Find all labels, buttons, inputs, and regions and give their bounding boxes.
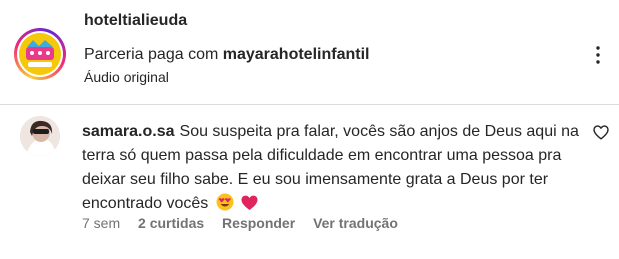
partner-prefix: Parceria paga com bbox=[84, 46, 219, 63]
reel-comment-panel: hoteltialieuda Parceria paga com mayarah… bbox=[0, 0, 619, 259]
comment-username[interactable]: samara.o.sa bbox=[82, 123, 175, 140]
more-options-button[interactable] bbox=[586, 43, 610, 67]
heart-outline-icon bbox=[593, 125, 609, 140]
like-comment-button[interactable] bbox=[593, 125, 609, 141]
more-vertical-icon bbox=[596, 46, 600, 64]
post-username[interactable]: hoteltialieuda bbox=[84, 10, 369, 32]
heart-eyes-icon bbox=[216, 193, 234, 211]
comment-text-block: samara.o.sa Sou suspeita pra falar, vocês… bbox=[82, 120, 582, 219]
user-photo-icon bbox=[20, 116, 60, 156]
reply-button[interactable]: Responder bbox=[222, 215, 295, 231]
paid-partnership-line: Parceria paga com mayarahotelinfantil bbox=[84, 45, 369, 65]
header-divider bbox=[0, 104, 619, 105]
hotel-logo bbox=[19, 33, 61, 75]
see-translation-button[interactable]: Ver tradução bbox=[313, 215, 398, 231]
partner-link[interactable]: mayarahotelinfantil bbox=[223, 46, 370, 63]
post-header: hoteltialieuda Parceria paga com mayarah… bbox=[14, 10, 604, 92]
comment-meta: 7 sem 2 curtidas Responder Ver tradução bbox=[82, 214, 412, 232]
commenter-avatar[interactable] bbox=[20, 116, 60, 156]
comment-likes[interactable]: 2 curtidas bbox=[138, 215, 204, 231]
comment-time[interactable]: 7 sem bbox=[82, 215, 120, 231]
red-heart-icon bbox=[241, 195, 258, 210]
original-audio-link[interactable]: Áudio original bbox=[84, 68, 369, 86]
hotel-logo-icon bbox=[19, 33, 61, 75]
profile-avatar[interactable] bbox=[14, 28, 66, 80]
